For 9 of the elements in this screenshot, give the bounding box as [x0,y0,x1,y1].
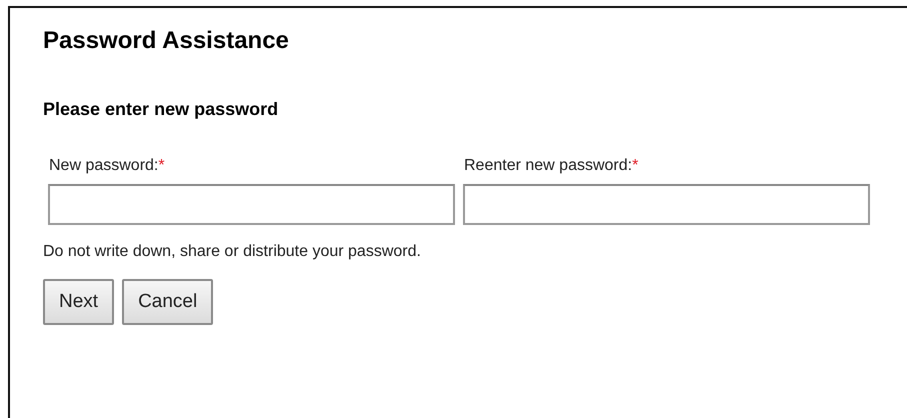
next-button[interactable]: Next [43,279,114,325]
field-label: New password:* [49,156,166,176]
cancel-button[interactable]: Cancel [122,279,214,325]
warning-text: Do not write down, share or distribute your password. [43,242,422,262]
field-label: Reenter new password:* [464,156,640,176]
section-heading: Please enter new password [43,98,280,120]
page-title: Password Assistance [43,26,290,56]
password-field[interactable] [463,184,870,225]
password-field[interactable] [48,184,455,225]
